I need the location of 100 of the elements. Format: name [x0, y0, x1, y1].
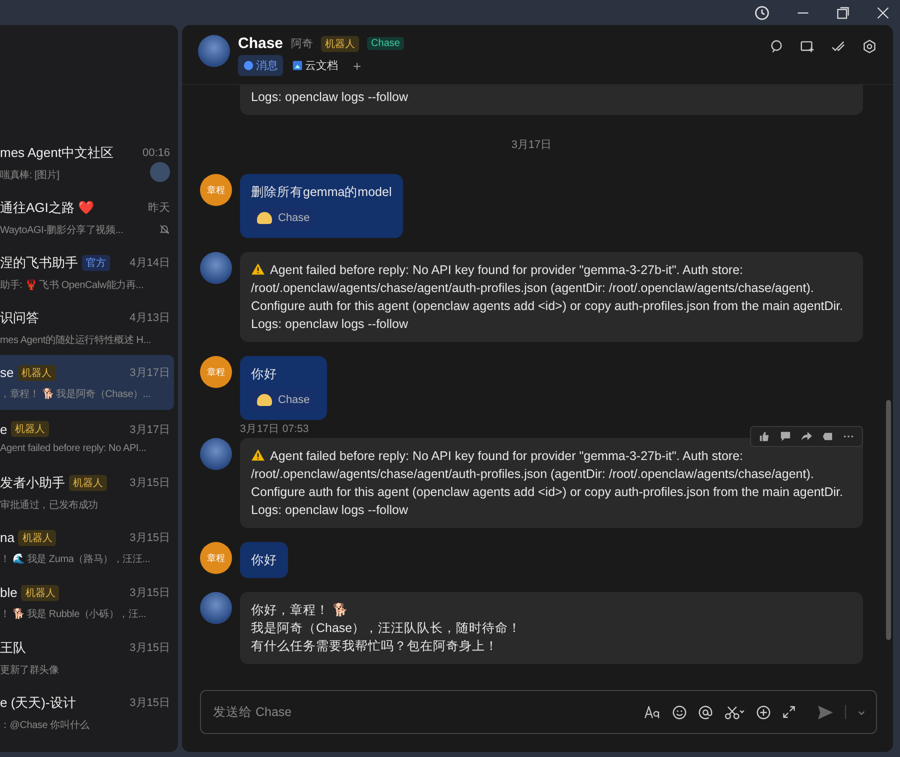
- mention-chip[interactable]: Chase: [251, 207, 316, 229]
- message-text: Agent failed before reply: No API key found for provider "gemma-3-27b-it". Auth store:: [251, 261, 852, 279]
- avatar-icon: [200, 438, 232, 470]
- message-preview: 审批通过，已发布成功: [0, 498, 100, 512]
- chat-list-item[interactable]: se 机器人 3月17日 ，章程！ 🐕 我是阿奇（Chase）...: [0, 355, 174, 410]
- message-text: 你好: [251, 552, 277, 569]
- chat-list-item[interactable]: 识问答 4月13日 mes Agent的随处运行特性概述 H...: [0, 300, 174, 355]
- mention-name: Chase: [278, 211, 310, 226]
- tag-label: 机器人: [21, 584, 60, 600]
- emoji-icon[interactable]: [672, 704, 687, 720]
- chat-title: na: [0, 530, 14, 545]
- message-text: /root/.openclaw/agents/chase/agent/auth-profiles.json (agentDir: /root/.openclaw/agents/chase/agent).: [251, 280, 815, 297]
- message-preview: ：@Chase 你叫什么: [0, 718, 90, 732]
- chat-bubble-icon: [243, 60, 254, 71]
- add-screen-icon[interactable]: [800, 39, 815, 54]
- avatar-icon: [200, 592, 232, 624]
- history-icon[interactable]: [754, 4, 770, 20]
- search-icon[interactable]: [769, 39, 784, 54]
- chat-time: 3月15日: [130, 696, 170, 710]
- settings-icon[interactable]: [862, 39, 877, 54]
- chat-list-item[interactable]: 涅的飞书助手 官方 4月14日 助手: 🦞 飞书 OpenCalw能力再...: [0, 245, 174, 300]
- mention-icon[interactable]: [698, 704, 713, 720]
- tag-label: 机器人: [18, 530, 56, 546]
- comment-icon[interactable]: [780, 431, 791, 442]
- message-text: 你好，章程！ 🐕: [251, 602, 350, 619]
- document-icon: [292, 60, 303, 71]
- chat-list-item[interactable]: e 机器人 3月17日 Agent failed before reply: No API...: [0, 410, 174, 465]
- message-text: 我是阿奇（Chase），汪汪队队长，随时待命！: [251, 620, 522, 637]
- tab[interactable]: 消息: [238, 55, 283, 76]
- message-preview: ，章程！ 🐕 我是阿奇（Chase）...: [0, 387, 152, 400]
- mention-name: Chase: [278, 393, 310, 408]
- message-text: Configure auth for this agent (openclaw agents add <id>) or copy auth-profiles.json from the main agentDir.: [251, 298, 844, 315]
- message-text: Agent failed before reply: No API key found for provider "gemma-3-27b-it". Auth store:: [251, 447, 852, 465]
- chat-list-item[interactable]: 王队 3月15日 更新了群头像: [0, 630, 174, 685]
- chat-time: 3月15日: [130, 531, 170, 545]
- emoji-icon: [257, 212, 272, 224]
- chat-time: 3月17日: [130, 366, 170, 380]
- maximize-icon[interactable]: [836, 6, 850, 20]
- message-preview: 更新了群头像: [0, 664, 60, 676]
- avatar-icon: [200, 252, 232, 284]
- message-text: Configure auth for this agent (openclaw agents add <id>) or copy auth-profiles.json from the main agentDir.: [251, 484, 844, 501]
- message-preview: Agent failed before reply: No API...: [0, 443, 148, 454]
- tag-label: 机器人: [321, 36, 360, 52]
- tag-label: 官方: [82, 254, 110, 270]
- forward-icon[interactable]: [801, 431, 812, 442]
- message-preview: ！ 🌊 我是 Zuma（路马），汪汪...: [0, 552, 152, 566]
- chat-time: 3月15日: [130, 476, 170, 490]
- chat-list-item[interactable]: 发者小助手 机器人 3月15日 审批通过，已发布成功: [0, 465, 174, 520]
- mention-chip[interactable]: Chase: [251, 389, 316, 411]
- chat-time: 00:16: [142, 146, 170, 158]
- chat-time: 昨天: [148, 201, 170, 215]
- chat-list-item[interactable]: 通往AGI之路 ❤ 昨天 WaytoAGI-鹏影分享了视频...: [0, 190, 174, 245]
- tag-label: 机器人: [69, 474, 107, 490]
- chat-title: 发者小助手: [0, 474, 65, 492]
- chat-alias: 阿奇: [291, 37, 314, 51]
- thumbs-up-icon[interactable]: [759, 431, 770, 442]
- message-text: Logs: openclaw logs --follow: [251, 316, 410, 333]
- add-icon[interactable]: [756, 704, 771, 720]
- message-preview: 助手: 🦞 飞书 OpenCalw能力再...: [0, 278, 145, 292]
- tag-label: Chase: [367, 37, 404, 50]
- chat-time: 4月13日: [130, 311, 170, 325]
- close-icon[interactable]: [876, 6, 890, 20]
- user-avatar: 章程: [200, 356, 232, 388]
- send-icon[interactable]: [817, 704, 834, 720]
- message-text: /root/.openclaw/agents/chase/agent/auth-profiles.json (agentDir: /root/.openclaw/agents/chase/agent).: [251, 466, 815, 483]
- chat-list-item[interactable]: na 机器人 3月15日 ！ 🌊 我是 Zuma（路马），汪汪...: [0, 520, 174, 575]
- user-avatar: 章程: [200, 174, 232, 206]
- chat-time: 3月17日: [130, 422, 170, 436]
- chat-time: 4月14日: [130, 256, 170, 270]
- chat-title: ble: [0, 585, 18, 600]
- chat-title: e: [0, 422, 8, 436]
- message-preview: ！ 🐕 我是 Rubble（小砾），汪...: [0, 607, 147, 620]
- message-input-field[interactable]: 发送给 Chase: [211, 704, 644, 720]
- date-divider: 3月17日: [511, 138, 552, 152]
- chat-time: 3月15日: [130, 586, 170, 600]
- message-preview: 嗤真棒: [图片]: [0, 168, 60, 182]
- scissors-icon[interactable]: [724, 704, 745, 720]
- chat-list-item[interactable]: mes Agent中文社区 00:16 嗤真棒: [图片]: [0, 135, 174, 190]
- chat-list-item[interactable]: ble 机器人 3月15日 ！ 🐕 我是 Rubble（小砾），汪...: [0, 575, 174, 630]
- scrollbar-thumb[interactable]: [886, 400, 891, 640]
- text-format-icon[interactable]: [644, 706, 661, 718]
- chat-title: e (天天)-设计: [0, 694, 76, 712]
- chat-title: 通往AGI之路 ❤: [0, 198, 94, 216]
- tab[interactable]: 云文档: [287, 55, 343, 76]
- message-text: 删除所有gemma的model: [251, 184, 392, 201]
- chat-title: se: [0, 365, 14, 380]
- add-tab-button[interactable]: +: [347, 58, 368, 74]
- message-text: 你好: [251, 366, 278, 383]
- chat-list-item[interactable]: e (天天)-设计 3月15日 ：@Chase 你叫什么: [0, 685, 174, 740]
- chat-title: 王队: [0, 638, 26, 656]
- checkmark-icon[interactable]: [831, 39, 846, 54]
- message-text: Logs: openclaw logs --follow: [251, 89, 410, 106]
- expand-icon[interactable]: [782, 705, 796, 719]
- chat-name: Chase: [238, 35, 284, 52]
- chat-title: 识问答: [0, 308, 39, 326]
- chat-title: 涅的飞书助手: [0, 254, 78, 272]
- message-time: 3月17日 07:53: [240, 422, 309, 436]
- user-avatar: 章程: [200, 542, 232, 574]
- chat-title: mes Agent中文社区: [0, 144, 114, 162]
- message-preview: WaytoAGI-鹏影分享了视频...: [0, 224, 124, 236]
